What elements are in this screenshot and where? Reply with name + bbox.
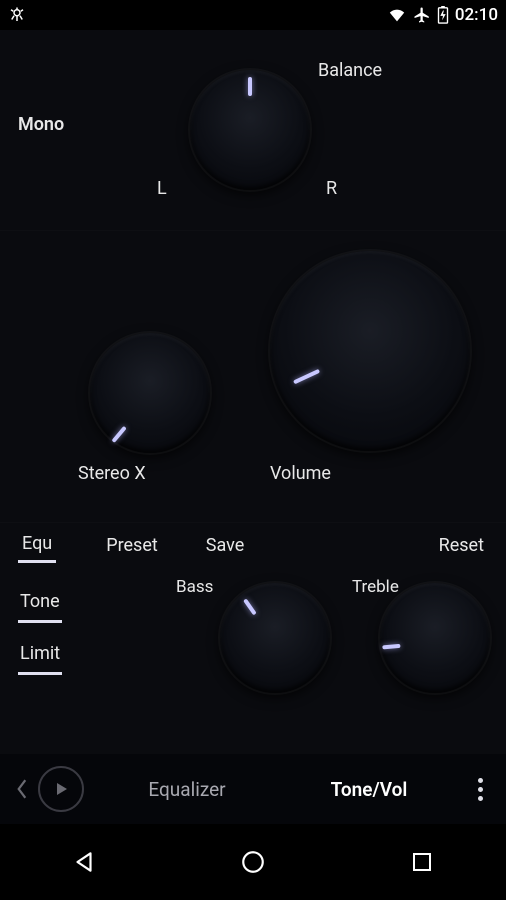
nav-back-button[interactable] xyxy=(54,842,114,882)
wifi-icon xyxy=(387,7,407,23)
tab-equalizer[interactable]: Equalizer xyxy=(96,760,278,819)
tone-toggle[interactable]: Tone xyxy=(18,583,62,623)
nav-home-button[interactable] xyxy=(223,842,283,882)
status-bar: 02:10 xyxy=(0,0,506,30)
balance-right-label: R xyxy=(326,178,337,199)
status-time: 02:10 xyxy=(455,5,498,25)
treble-knob[interactable] xyxy=(380,583,490,693)
back-button[interactable] xyxy=(6,773,38,805)
debug-icon xyxy=(8,6,26,24)
nav-recent-button[interactable] xyxy=(392,842,452,882)
balance-left-label: L xyxy=(157,178,167,199)
volume-indicator xyxy=(293,369,320,384)
equ-toggle-top[interactable]: Equ xyxy=(18,527,56,563)
tone-section: Equ Preset Save Reset Tone Limit Bass Tr… xyxy=(0,522,506,742)
preset-button[interactable]: Preset xyxy=(102,529,162,562)
tab-tonevol[interactable]: Tone/Vol xyxy=(278,760,460,819)
limit-toggle[interactable]: Limit xyxy=(18,635,62,675)
tone-top-row: Equ Preset Save Reset xyxy=(0,523,506,567)
balance-section: Mono Balance L R xyxy=(0,30,506,230)
airplane-icon xyxy=(413,6,431,24)
balance-indicator xyxy=(248,77,252,96)
stereox-indicator xyxy=(111,426,126,443)
play-button[interactable] xyxy=(38,766,84,812)
mono-button[interactable]: Mono xyxy=(18,114,64,135)
dot-icon xyxy=(478,796,483,801)
android-nav-bar xyxy=(0,824,506,900)
volume-knob[interactable] xyxy=(270,251,470,451)
bass-knob[interactable] xyxy=(220,583,330,693)
stereo-volume-section: Stereo X Volume xyxy=(0,230,506,522)
dot-icon xyxy=(478,778,483,783)
toggle-column: Tone Limit xyxy=(18,583,62,675)
balance-knob[interactable] xyxy=(190,70,310,190)
tab-bar: Equalizer Tone/Vol xyxy=(0,754,506,824)
bass-label: Bass xyxy=(176,577,213,597)
reset-button[interactable]: Reset xyxy=(435,529,488,562)
stereox-knob[interactable] xyxy=(90,333,210,453)
stereox-label: Stereo X xyxy=(78,463,146,484)
save-button[interactable]: Save xyxy=(202,529,249,562)
balance-title: Balance xyxy=(318,60,382,81)
bass-indicator xyxy=(243,598,256,615)
treble-indicator xyxy=(382,643,400,649)
volume-label: Volume xyxy=(270,463,331,484)
battery-charging-icon xyxy=(437,6,449,24)
treble-label: Treble xyxy=(352,577,399,597)
dot-icon xyxy=(478,787,483,792)
more-button[interactable] xyxy=(460,769,500,809)
